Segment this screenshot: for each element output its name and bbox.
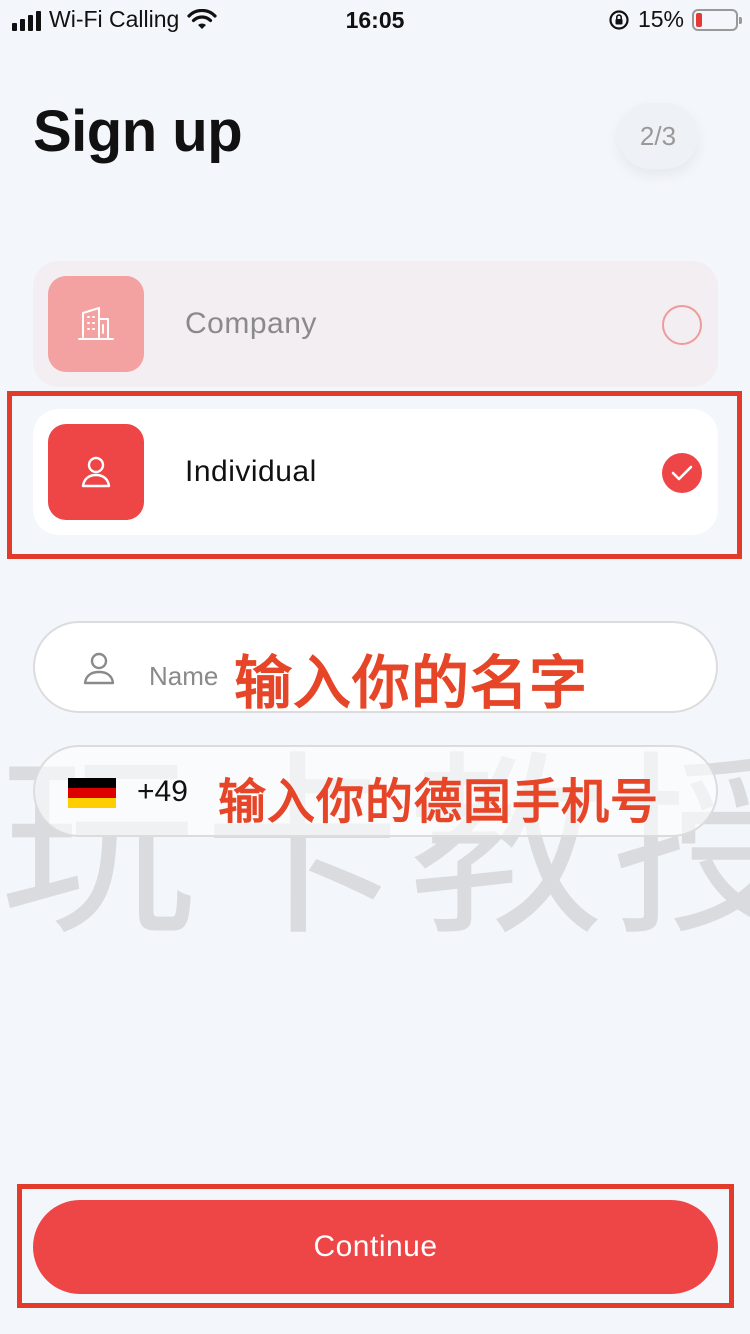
radio-unselected-icon[interactable]	[662, 305, 702, 345]
rotation-lock-icon	[609, 9, 629, 30]
name-placeholder: Name	[149, 661, 219, 691]
page-title: Sign up	[33, 99, 243, 164]
status-bar: Wi-Fi Calling 16:05 15%	[0, 0, 750, 42]
user-icon	[83, 652, 115, 685]
building-icon	[48, 276, 144, 372]
annotation-highlight-individual	[7, 391, 742, 559]
account-type-company[interactable]: Company	[33, 261, 718, 387]
annotation-phone-hint: 输入你的德国手机号	[218, 774, 660, 830]
account-type-label: Company	[185, 307, 317, 340]
annotation-name-hint: 输入你的名字	[234, 649, 589, 717]
battery-level	[696, 12, 703, 27]
battery-icon	[692, 8, 742, 31]
status-bar-right: 15%	[608, 6, 742, 33]
dial-code: +49	[137, 775, 188, 808]
annotation-highlight-continue	[17, 1184, 734, 1308]
step-indicator: 2/3	[618, 103, 698, 169]
battery-percent: 15%	[637, 6, 684, 32]
germany-flag-icon[interactable]	[68, 778, 116, 808]
